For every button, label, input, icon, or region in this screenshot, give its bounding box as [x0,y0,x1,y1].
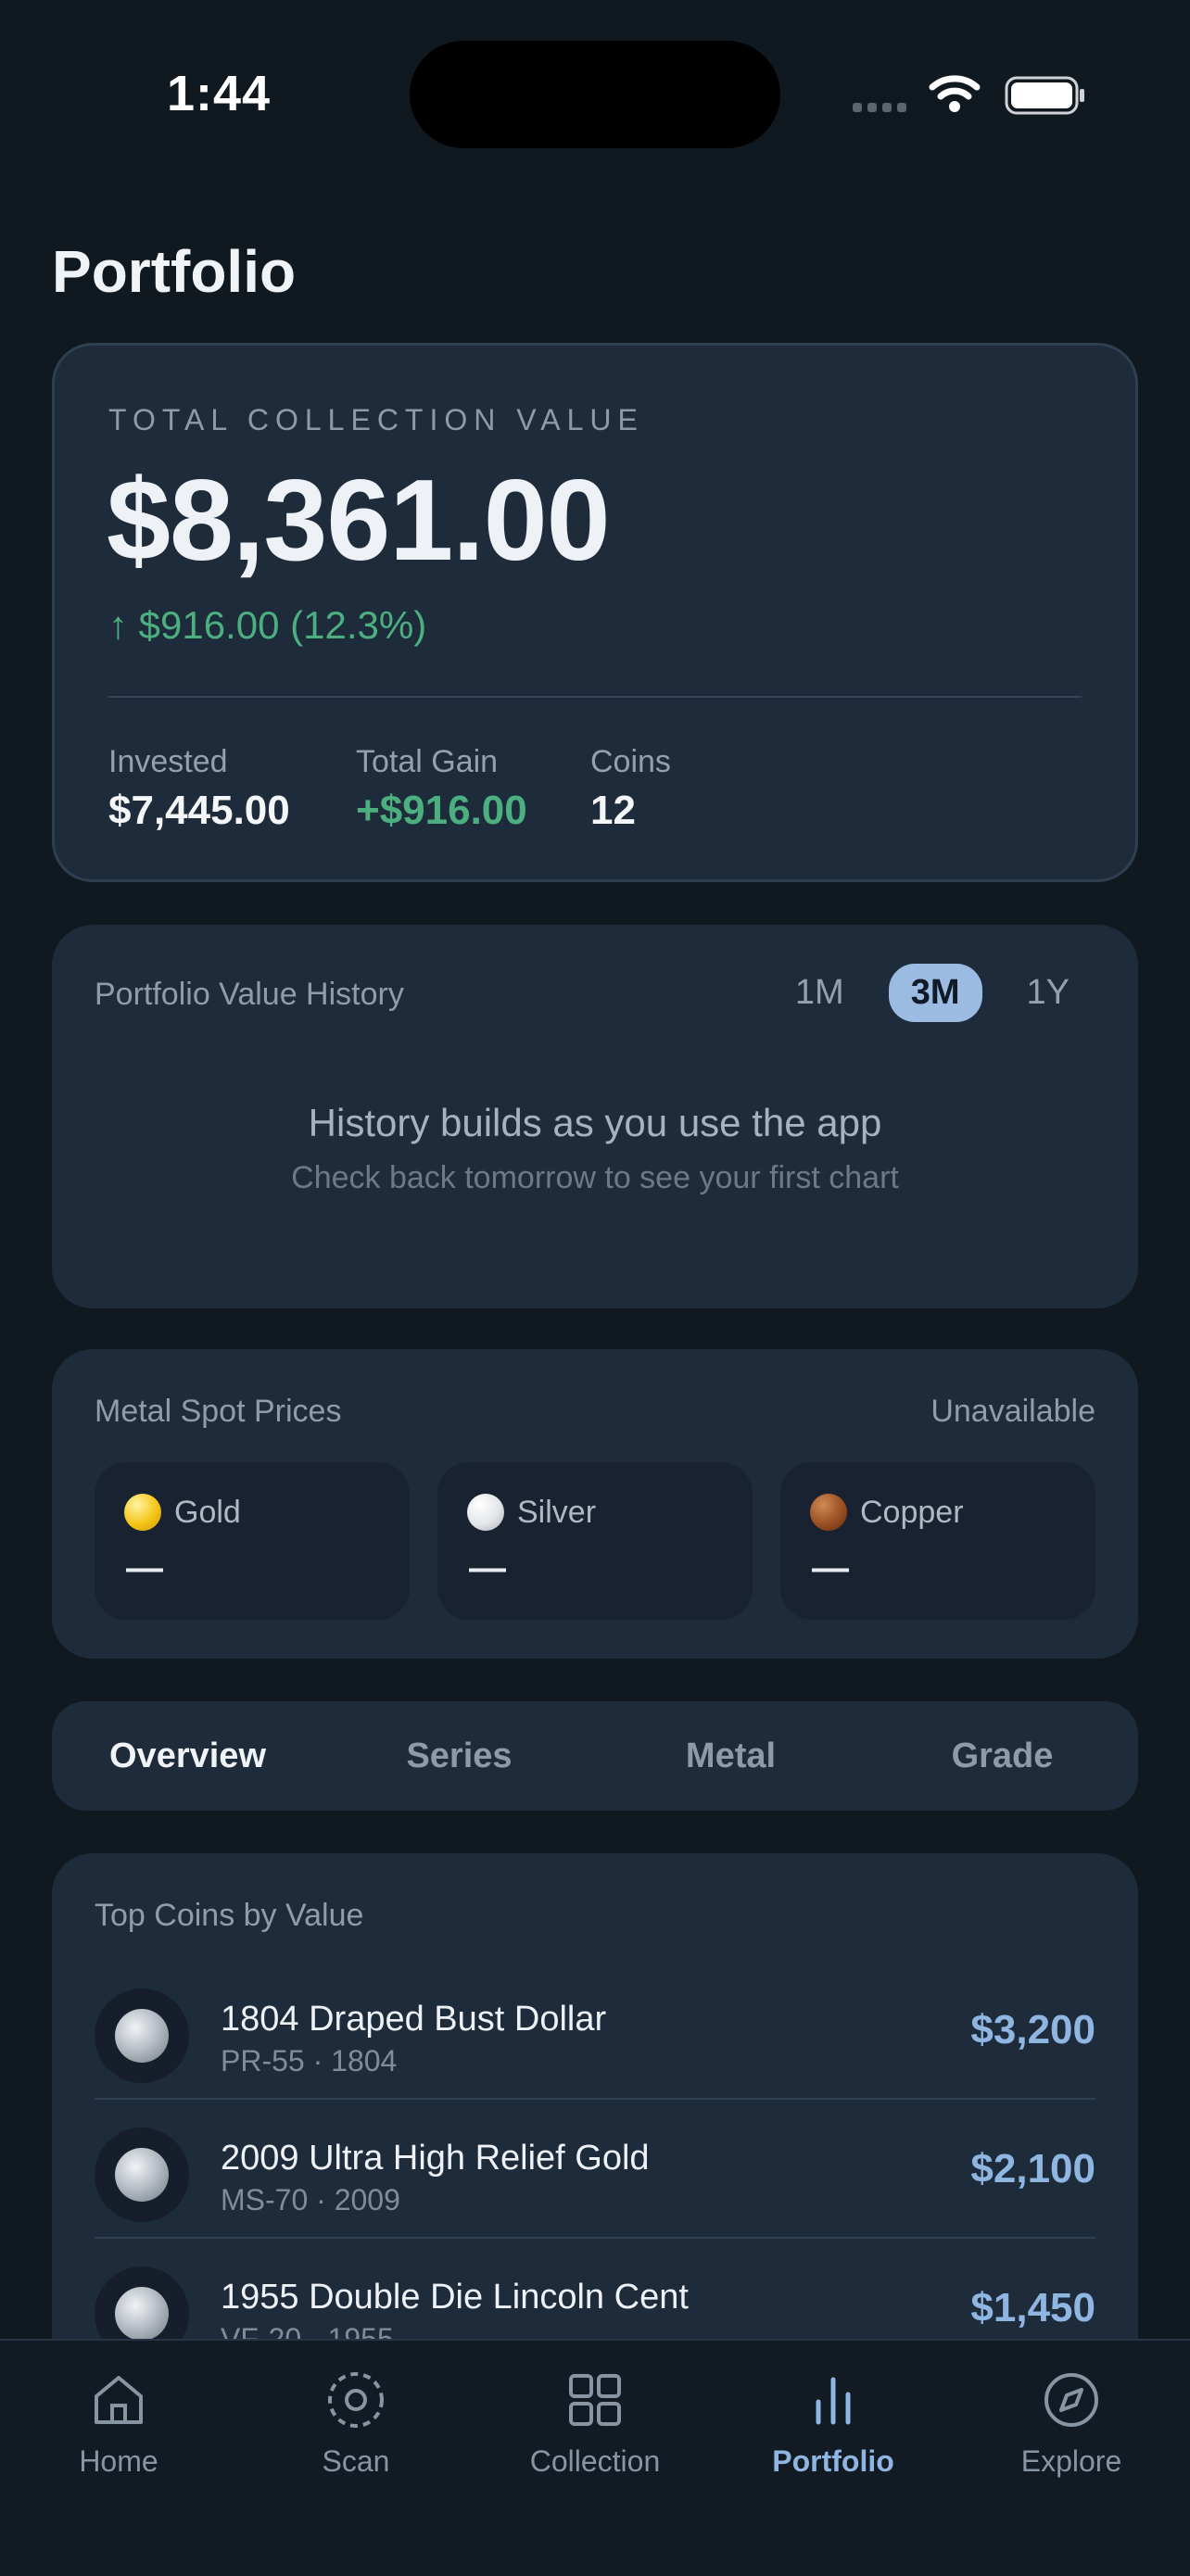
coin-row[interactable]: 1804 Draped Bust Dollar PR-55 · 1804 $3,… [95,1961,1095,2100]
range-tab-3m[interactable]: 3M [888,964,982,1022]
silver-icon [467,1494,504,1531]
top-coins-card: Top Coins by Value 1804 Draped Bust Doll… [52,1853,1138,2372]
metal-price: — [812,1547,849,1588]
tab-label: Home [79,2444,158,2478]
tab-label: Collection [529,2444,661,2478]
cellular-signal-icon [853,103,912,120]
segment-series[interactable]: Series [323,1701,595,1811]
tab-label: Scan [322,2444,390,2478]
portfolio-history-card: Portfolio Value History 1M 3M 1Y History… [52,925,1138,1308]
range-tab-1y[interactable]: 1Y [1005,964,1092,1022]
status-bar: 1:44 [0,0,1190,195]
history-empty-title: History builds as you use the app [308,1101,882,1144]
stat-value: 12 [590,788,636,833]
tab-collection[interactable]: Collection [476,2368,714,2479]
dynamic-island [410,41,780,148]
status-time: 1:44 [167,66,272,121]
bottom-tab-bar: Home Scan Collection Portfolio Explore [0,2339,1190,2576]
coin-row[interactable]: 2009 Ultra High Relief Gold MS-70 · 2009… [95,2100,1095,2239]
compass-icon [1044,2373,1098,2427]
metal-name: Silver [517,1494,597,1530]
metal-tile-gold[interactable]: Gold — [95,1462,410,1620]
battery-icon [1005,76,1084,115]
coin-value: $3,200 [970,2007,1095,2052]
tab-home[interactable]: Home [0,2368,237,2479]
metal-price: — [126,1547,163,1588]
copper-icon [810,1494,847,1531]
coin-icon [115,2148,169,2202]
metal-prices-status: Unavailable [930,1394,1095,1429]
coin-name: 1955 Double Die Lincoln Cent [221,2278,689,2317]
collection-value-label: TOTAL COLLECTION VALUE [108,403,644,436]
coin-value: $1,450 [970,2285,1095,2330]
coin-meta: PR-55 · 1804 [221,2044,398,2077]
grid-icon [569,2374,621,2426]
tab-label: Explore [1020,2444,1122,2478]
tab-portfolio[interactable]: Portfolio [715,2368,952,2479]
breakdown-segmented-control: Overview Series Metal Grade [52,1701,1138,1811]
collection-value-change: ↑ $916.00 (12.3%) [108,603,427,647]
metal-prices-title: Metal Spot Prices [95,1394,342,1429]
tab-scan[interactable]: Scan [237,2368,475,2479]
history-empty-subtitle: Check back tomorrow to see your first ch… [291,1160,899,1195]
metal-name: Copper [860,1494,964,1530]
metal-price: — [469,1547,506,1588]
gold-icon [124,1494,161,1531]
metal-name: Gold [174,1494,241,1530]
range-selector: 1M 3M 1Y [773,964,1092,1022]
coin-icon [115,2009,169,2063]
coin-meta: MS-70 · 2009 [221,2183,400,2216]
stat-label: Total Gain [356,744,499,779]
page-title: Portfolio [52,238,297,305]
coin-thumbnail [95,1989,189,2083]
stat-invested: Invested $7,445.00 [108,744,290,834]
collection-value-amount: $8,361.00 [107,457,611,585]
bar-chart-icon [816,2377,851,2425]
wifi-icon [929,75,981,112]
range-tab-1m[interactable]: 1M [773,964,867,1022]
tab-label: Portfolio [772,2444,894,2478]
coin-value: $2,100 [970,2146,1095,2191]
metal-tile-copper[interactable]: Copper — [780,1462,1095,1620]
scan-icon [328,2372,384,2428]
stat-label: Coins [590,744,671,779]
coin-name: 2009 Ultra High Relief Gold [221,2139,650,2178]
segment-metal[interactable]: Metal [595,1701,867,1811]
divider [108,696,1082,698]
top-coins-title: Top Coins by Value [95,1898,364,1933]
stat-total-gain: Total Gain +$916.00 [356,744,527,834]
history-title: Portfolio Value History [95,977,404,1012]
stat-value: $7,445.00 [108,788,290,833]
stat-value: +$916.00 [356,788,527,833]
collection-value-card: TOTAL COLLECTION VALUE $8,361.00 ↑ $916.… [52,343,1138,882]
metal-spot-prices-card: Metal Spot Prices Unavailable Gold — Sil… [52,1349,1138,1659]
coin-thumbnail [95,2128,189,2222]
stat-label: Invested [108,744,228,779]
coin-name: 1804 Draped Bust Dollar [221,2000,607,2039]
segment-overview[interactable]: Overview [52,1701,323,1811]
segment-grade[interactable]: Grade [867,1701,1138,1811]
stat-coins: Coins 12 [590,744,671,834]
metal-tile-silver[interactable]: Silver — [437,1462,753,1620]
home-icon [95,2376,143,2424]
coin-icon [115,2287,169,2341]
tab-explore[interactable]: Explore [953,2368,1190,2479]
